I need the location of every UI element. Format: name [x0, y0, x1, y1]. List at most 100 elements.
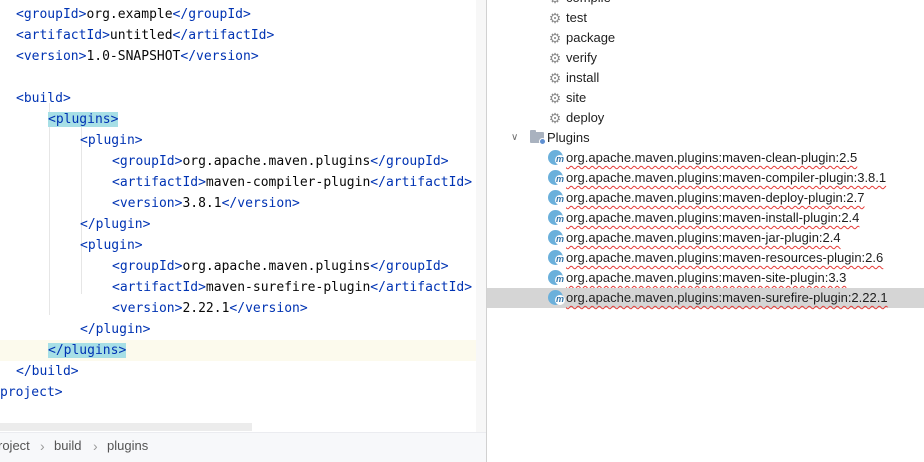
breadcrumb: roject › build › plugins [0, 432, 486, 462]
xml-tag: <groupId> [112, 259, 183, 274]
lifecycle-item-compile[interactable]: ⚙ compile [487, 0, 924, 8]
lifecycle-item-deploy[interactable]: ⚙ deploy [487, 108, 924, 128]
code-line[interactable]: <plugin> [0, 235, 486, 256]
code-line[interactable] [0, 67, 486, 88]
maven-plugin-icon [548, 290, 565, 305]
plugins-node[interactable]: ∨ Plugins [487, 128, 924, 148]
xml-text: org.apache.maven.plugins [182, 154, 371, 169]
lifecycle-item-package[interactable]: ⚙ package [487, 28, 924, 48]
maven-plugin-icon [548, 210, 565, 225]
xml-text: org.apache.maven.plugins [182, 259, 371, 274]
code-line[interactable]: <groupId>org.apache.maven.plugins</group… [0, 151, 486, 172]
plugin-item[interactable]: org.apache.maven.plugins:maven-surefire-… [487, 288, 924, 308]
code-line[interactable]: <build> [0, 88, 486, 109]
gear-icon: ⚙ [548, 50, 562, 66]
breadcrumb-separator-icon: › [40, 438, 45, 454]
xml-tag: </groupId> [172, 7, 251, 22]
plugin-item[interactable]: org.apache.maven.plugins:maven-compiler-… [487, 168, 924, 188]
gear-icon: ⚙ [548, 70, 562, 86]
plugin-item-label: org.apache.maven.plugins:maven-site-plug… [566, 270, 847, 285]
xml-tag: <version> [112, 301, 183, 316]
xml-tag: <build> [16, 91, 71, 106]
code-line[interactable]: <plugin> [0, 130, 486, 151]
gear-icon: ⚙ [548, 0, 562, 5]
xml-tag: <groupId> [112, 154, 183, 169]
xml-tag: <plugin> [80, 133, 143, 148]
gear-icon: ⚙ [548, 110, 562, 126]
code-line[interactable]: <artifactId>maven-compiler-plugin</artif… [0, 172, 486, 193]
xml-tag: </groupId> [370, 154, 449, 169]
code-line[interactable]: <groupId>org.example</groupId> [0, 4, 486, 25]
code-line[interactable]: <version>1.0-SNAPSHOT</version> [0, 46, 486, 67]
code-line[interactable]: <plugins> [0, 109, 486, 130]
plugins-folder-icon [530, 130, 546, 145]
lifecycle-item-install[interactable]: ⚙ install [487, 68, 924, 88]
plugins-node-label: Plugins [547, 130, 590, 145]
maven-plugin-icon [548, 250, 565, 265]
xml-tag: </version> [180, 49, 259, 64]
xml-tag: </artifactId> [370, 175, 473, 190]
plugin-item-label: org.apache.maven.plugins:maven-jar-plugi… [566, 230, 841, 245]
lifecycle-item-test[interactable]: ⚙ test [487, 8, 924, 28]
maven-plugin-icon [548, 270, 565, 285]
code-line[interactable]: </plugins> [0, 340, 486, 361]
xml-tag: project> [0, 385, 63, 400]
gear-icon: ⚙ [548, 90, 562, 106]
code-line[interactable]: </plugin> [0, 214, 486, 235]
plugin-item[interactable]: org.apache.maven.plugins:maven-jar-plugi… [487, 228, 924, 248]
code-line[interactable]: project> [0, 382, 486, 403]
chevron-down-icon[interactable]: ∨ [511, 128, 518, 148]
plugin-item-label: org.apache.maven.plugins:maven-surefire-… [566, 290, 888, 305]
vertical-scrollbar-track[interactable] [476, 0, 486, 432]
code-line[interactable]: <groupId>org.apache.maven.plugins</group… [0, 256, 486, 277]
xml-tag: <plugins> [48, 112, 119, 127]
plugin-item[interactable]: org.apache.maven.plugins:maven-site-plug… [487, 268, 924, 288]
plugin-item-label: org.apache.maven.plugins:maven-deploy-pl… [566, 190, 865, 205]
xml-tag: </artifactId> [172, 28, 275, 43]
xml-tag: </build> [16, 364, 79, 379]
lifecycle-item-label: verify [566, 50, 598, 65]
xml-tag: </plugin> [80, 217, 151, 232]
xml-text: maven-surefire-plugin [205, 280, 371, 295]
plugin-item[interactable]: org.apache.maven.plugins:maven-resources… [487, 248, 924, 268]
xml-tag: </artifactId> [370, 280, 473, 295]
gear-icon: ⚙ [548, 10, 562, 26]
code-line[interactable]: <artifactId>maven-surefire-plugin</artif… [0, 277, 486, 298]
lifecycle-item-label: site [566, 90, 587, 105]
code-line[interactable]: </build> [0, 361, 486, 382]
lifecycle-item-label: compile [566, 0, 611, 8]
xml-tag: <artifactId> [112, 175, 206, 190]
xml-tag: </plugin> [80, 322, 151, 337]
plugin-item-label: org.apache.maven.plugins:maven-resources… [566, 250, 884, 265]
xml-tag: </plugins> [48, 343, 127, 358]
code-line[interactable]: <version>2.22.1</version> [0, 298, 486, 319]
plugin-item[interactable]: org.apache.maven.plugins:maven-install-p… [487, 208, 924, 228]
breadcrumb-item-build[interactable]: build [54, 433, 81, 459]
lifecycle-item-label: test [566, 10, 587, 25]
xml-tag: <version> [16, 49, 87, 64]
xml-tag: <plugin> [80, 238, 143, 253]
horizontal-scrollbar[interactable] [0, 423, 252, 431]
lifecycle-item-site[interactable]: ⚙ site [487, 88, 924, 108]
code-editor[interactable]: <groupId>org.example</groupId> <artifactI… [0, 0, 486, 462]
lifecycle-item-label: deploy [566, 110, 605, 125]
code-line[interactable]: <artifactId>untitled</artifactId> [0, 25, 486, 46]
xml-tag: <artifactId> [16, 28, 110, 43]
xml-tag: <groupId> [16, 7, 87, 22]
maven-plugin-icon [548, 230, 565, 245]
xml-text: org.example [86, 7, 173, 22]
xml-text: untitled [109, 28, 173, 43]
breadcrumb-item-plugins[interactable]: plugins [107, 433, 148, 459]
code-line[interactable]: </plugin> [0, 319, 486, 340]
lifecycle-item-label: package [566, 30, 616, 45]
lifecycle-item-verify[interactable]: ⚙ verify [487, 48, 924, 68]
code-line[interactable]: <version>3.8.1</version> [0, 193, 486, 214]
plugin-item[interactable]: org.apache.maven.plugins:maven-deploy-pl… [487, 188, 924, 208]
plugin-item[interactable]: org.apache.maven.plugins:maven-clean-plu… [487, 148, 924, 168]
xml-tag: </groupId> [370, 259, 449, 274]
lifecycle-item-label: install [566, 70, 600, 85]
xml-text: 3.8.1 [182, 196, 222, 211]
breadcrumb-item-project[interactable]: roject [0, 433, 30, 459]
xml-text: 1.0-SNAPSHOT [86, 49, 181, 64]
plugin-item-label: org.apache.maven.plugins:maven-compiler-… [566, 170, 887, 185]
